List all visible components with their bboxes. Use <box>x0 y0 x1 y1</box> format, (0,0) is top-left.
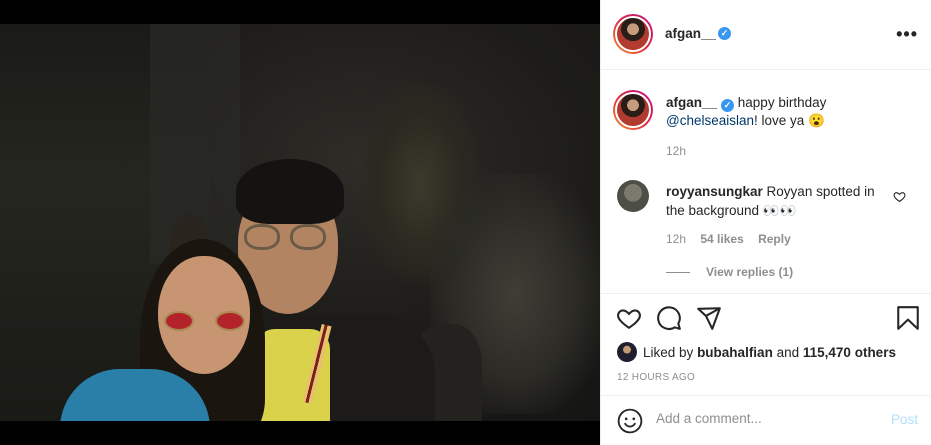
post-photo[interactable] <box>0 24 600 421</box>
caption-username[interactable]: afgan__ <box>666 95 717 110</box>
comment-like-heart-icon[interactable] <box>893 190 906 203</box>
replies-divider <box>666 272 690 274</box>
post-timestamp[interactable]: 12 HOURS AGO <box>617 372 695 383</box>
add-comment-bar: Post <box>601 395 931 445</box>
photo-panel <box>0 0 600 445</box>
likes-summary: Liked by bubahalfian and 115,470 others <box>617 342 896 362</box>
view-replies-label: View replies (1) <box>706 265 794 279</box>
bookmark-icon[interactable] <box>895 305 921 331</box>
more-options-icon[interactable]: ••• <box>896 24 918 45</box>
caption-text: afgan__ ✓ happy birthday @chelseaislan! l… <box>666 94 916 130</box>
comment-like-count[interactable]: 54 likes <box>700 232 743 246</box>
heart-icon[interactable] <box>616 305 642 331</box>
verified-badge-icon: ✓ <box>721 99 735 112</box>
liker-username[interactable]: bubahalfian <box>697 345 773 360</box>
author-avatar[interactable] <box>613 14 653 54</box>
caption-body-end: ! love ya 😮 <box>754 113 825 128</box>
caption-mention[interactable]: @chelseaislan <box>666 113 754 128</box>
comment-text: royyansungkar Royyan spotted in the back… <box>666 182 886 220</box>
commenter-username[interactable]: royyansungkar <box>666 184 763 199</box>
caption-body: happy birthday <box>734 95 827 110</box>
post-actions: Liked by bubahalfian and 115,470 others … <box>601 293 931 403</box>
comment-reply-button[interactable]: Reply <box>758 232 791 246</box>
view-replies-button[interactable]: View replies (1) <box>666 265 793 279</box>
caption-avatar[interactable] <box>613 90 653 130</box>
post-comment-button[interactable]: Post <box>891 412 918 427</box>
author-username[interactable]: afgan__ <box>665 26 716 41</box>
verified-badge-icon: ✓ <box>718 27 731 40</box>
instagram-post-modal: afgan__ ✓ ••• afgan__ ✓ happy birthday @c… <box>0 0 931 445</box>
caption-timestamp[interactable]: 12h <box>666 144 686 158</box>
comment-timestamp[interactable]: 12h <box>666 232 686 246</box>
comment-icon[interactable] <box>656 305 682 331</box>
share-icon[interactable] <box>696 305 722 331</box>
likes-and: and <box>776 344 800 360</box>
comment-meta: 12h 54 likes Reply <box>666 232 802 246</box>
post-header: afgan__ ✓ ••• <box>601 0 931 70</box>
commenter-avatar[interactable] <box>617 180 649 212</box>
comment-input[interactable] <box>656 411 876 426</box>
liker-avatar[interactable] <box>617 342 637 362</box>
emoji-icon[interactable] <box>617 408 643 434</box>
likes-count-button[interactable]: 115,470 others <box>803 345 896 360</box>
post-sidebar: afgan__ ✓ ••• afgan__ ✓ happy birthday @c… <box>600 0 931 445</box>
likes-prefix: Liked by <box>643 344 694 360</box>
